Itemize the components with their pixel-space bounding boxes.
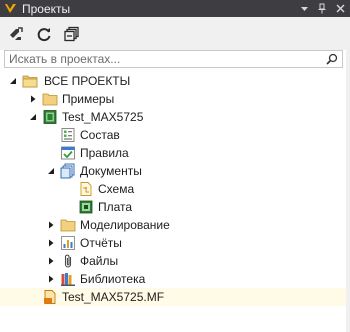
panel-title: Проекты [22,1,71,16]
expanded-arrow-icon[interactable] [28,112,38,122]
folder-open-icon [22,73,38,89]
pin-icon[interactable] [316,3,328,15]
collapsed-arrow-icon[interactable] [46,256,56,266]
collapsed-arrow-icon[interactable] [46,274,56,284]
collapsed-arrow-icon[interactable] [46,220,56,230]
search-icon[interactable] [325,52,339,66]
tree-node-documents[interactable]: Документы [0,162,350,180]
app-logo-icon [3,2,17,16]
collapsed-arrow-icon[interactable] [28,94,38,104]
tree-label: Test_MAX5725 [62,110,144,124]
expanded-arrow-icon[interactable] [46,166,56,176]
documents-icon [60,163,76,179]
tree-node-simulation[interactable]: Моделирование [0,216,350,234]
sync-tree-icon[interactable] [6,24,26,44]
tree-node-pcb[interactable]: Плата [0,198,350,216]
tree-node-mf-file[interactable]: Test_MAX5725.MF [0,288,350,306]
collapsed-arrow-icon[interactable] [46,238,56,248]
tree-node-project[interactable]: Test_MAX5725 [0,108,350,126]
tree-label: Состав [80,128,120,142]
tree-label: Документы [80,164,142,178]
tree-node-composition[interactable]: Состав [0,126,350,144]
titlebar-buttons [298,0,346,17]
rules-icon [60,145,76,161]
tree-label: Моделирование [80,218,170,232]
composition-icon [60,127,76,143]
collapse-all-icon[interactable] [62,24,82,44]
panel-titlebar: Проекты [0,0,350,17]
tree-node-reports[interactable]: Отчёты [0,234,350,252]
tree-label: Правила [80,146,129,160]
search-box [4,50,343,68]
tree-node-rules[interactable]: Правила [0,144,350,162]
tree-label: Схема [98,182,135,196]
close-icon[interactable] [334,3,346,15]
tree-label: Библиотека [80,272,146,286]
panel-right-edge [346,17,350,332]
tree-label: Примеры [62,92,115,106]
folder-icon [42,91,58,107]
pcb-icon [78,199,94,215]
tree-node-examples[interactable]: Примеры [0,90,350,108]
panel-toolbar [0,17,350,50]
tree-node-all-projects[interactable]: ВСЕ ПРОЕКТЫ [0,72,350,90]
dropdown-icon[interactable] [298,3,310,15]
tree-node-files[interactable]: Файлы [0,252,350,270]
files-icon [60,253,76,269]
expanded-arrow-icon[interactable] [8,76,18,86]
projects-panel: Проекты Искать в проектах... ВСЕ ПРОЕКТЫ… [0,0,350,332]
reports-icon [60,235,76,251]
folder-icon [60,217,76,233]
tree-node-library[interactable]: Библиотека [0,270,350,288]
tree-label: Плата [98,200,133,214]
tree-label: Файлы [80,254,119,268]
mf-file-icon [42,289,58,305]
project-tree: ВСЕ ПРОЕКТЫ Примеры Test_MAX5725 Состав … [0,72,350,306]
tree-node-schematic[interactable]: Схема [0,180,350,198]
schematic-icon [78,181,94,197]
project-icon [42,109,58,125]
refresh-icon[interactable] [34,24,54,44]
search-input[interactable] [5,52,325,66]
tree-label: Отчёты [80,236,122,250]
library-icon [60,271,76,287]
tree-label-root: ВСЕ ПРОЕКТЫ [44,74,131,88]
tree-label: Test_MAX5725.MF [62,290,165,304]
